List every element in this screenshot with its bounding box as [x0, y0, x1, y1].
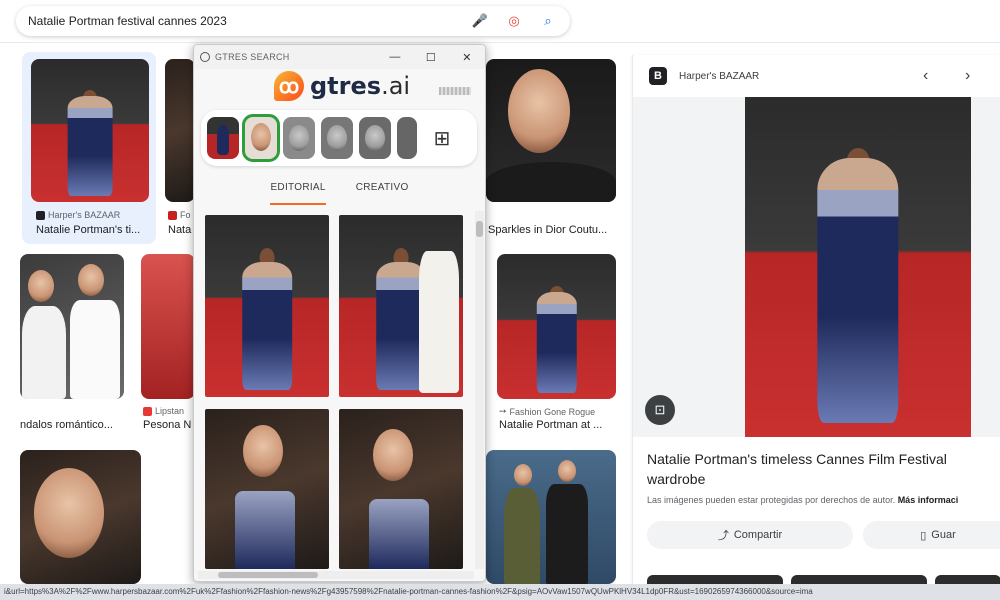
share-label: Compartir: [733, 529, 783, 541]
harpers-bazaar-logo: B: [649, 67, 667, 85]
result-image-6[interactable]: [497, 254, 616, 399]
bookmark-icon: ▯: [920, 529, 927, 542]
result-image-7[interactable]: [20, 450, 141, 584]
next-icon[interactable]: ›: [965, 67, 970, 85]
panel-title[interactable]: Natalie Portman's timeless Cannes Film F…: [647, 449, 987, 489]
gtres-image-2[interactable]: [339, 215, 463, 397]
vertical-scrollbar[interactable]: [475, 211, 484, 569]
result-image-5[interactable]: [141, 254, 195, 399]
result-source-6: ➙ Fashion Gone Rogue: [499, 406, 595, 417]
share-button[interactable]: ⤴ Compartir: [647, 521, 853, 549]
gtres-tabs: EDITORIAL CREATIVO: [194, 175, 485, 205]
result-image-3[interactable]: [486, 59, 616, 202]
source-label: Fo: [180, 210, 191, 220]
gtres-logo-mark: ꝏ: [274, 71, 304, 101]
face-thumb-6[interactable]: [397, 117, 417, 159]
source-label: Fashion Gone Rogue: [509, 406, 596, 417]
copyright-note: Las imágenes pueden estar protegidas por…: [647, 495, 958, 505]
panel-main-image[interactable]: [745, 97, 971, 437]
maximize-icon[interactable]: ☐: [413, 51, 449, 64]
gtres-logo: ꝏ gtres.ai: [274, 71, 410, 101]
gtres-logo-text: gtres.ai: [310, 72, 410, 100]
result-title-5[interactable]: Pesona N: [143, 419, 191, 431]
search-bar[interactable]: Natalie Portman festival cannes 2023 🎤 ◎…: [16, 6, 570, 36]
gtres-search-window: GTRES SEARCH — ☐ ✕ ꝏ gtres.ai ⊞ EDITORIA…: [193, 44, 486, 582]
face-thumb-3[interactable]: [283, 117, 315, 159]
result-title-2[interactable]: Nata: [168, 224, 191, 236]
copyright-text: Las imágenes pueden estar protegidas por…: [647, 495, 896, 505]
window-titlebar[interactable]: GTRES SEARCH — ☐ ✕: [194, 45, 485, 69]
lens-search-icon[interactable]: ⊡: [645, 395, 675, 425]
more-info-link[interactable]: Más informaci: [898, 495, 959, 505]
result-title-4[interactable]: ndalos romántico...: [20, 419, 113, 431]
panel-source[interactable]: Harper's BAZAAR: [679, 71, 759, 82]
result-title-1[interactable]: Natalie Portman's ti...: [36, 224, 140, 236]
face-thumb-4[interactable]: [321, 117, 353, 159]
search-icon[interactable]: ⌕: [536, 9, 560, 33]
tab-creativo[interactable]: CREATIVO: [356, 175, 409, 205]
gtres-image-4[interactable]: [339, 409, 463, 569]
lens-icon[interactable]: ◎: [502, 9, 526, 33]
add-image-icon[interactable]: ⊞: [427, 123, 457, 153]
result-title-6[interactable]: Natalie Portman at ...: [499, 419, 602, 431]
result-source-2: Fo: [168, 210, 191, 220]
face-filter-strip: ⊞: [201, 110, 477, 166]
close-icon[interactable]: ✕: [449, 51, 485, 64]
status-url-bar: i&url=https%3A%2F%2Fwww.harpersbazaar.co…: [0, 584, 1000, 600]
redacted-user: [439, 87, 471, 95]
gtres-image-1[interactable]: [205, 215, 329, 397]
hscroll-thumb[interactable]: [218, 572, 318, 578]
source-arrow-icon: ➙: [499, 406, 507, 416]
source-label: Lipstan: [155, 406, 185, 416]
horizontal-scrollbar[interactable]: [198, 571, 474, 579]
result-title-3[interactable]: Sparkles in Dior Coutu...: [488, 224, 607, 236]
share-icon: ⤴: [717, 530, 729, 542]
result-source-1: Harper's BAZAAR: [36, 210, 120, 220]
source-label: Harper's BAZAAR: [48, 210, 121, 220]
panel-image-area: [633, 97, 1000, 437]
face-thumb-1[interactable]: [207, 117, 239, 159]
globe-icon: [200, 52, 210, 62]
logo-suffix: .ai: [381, 72, 411, 100]
face-thumb-2[interactable]: [242, 114, 280, 162]
source-icon: [143, 406, 152, 416]
face-thumb-5[interactable]: [359, 117, 391, 159]
gtres-image-grid: [198, 211, 474, 569]
panel-header: B Harper's BAZAAR: [649, 67, 759, 85]
header-divider: [0, 42, 1000, 43]
result-image-1[interactable]: [31, 59, 149, 202]
result-image-4[interactable]: [20, 254, 124, 399]
save-button[interactable]: ▯ Guar: [863, 521, 1000, 549]
result-image-8[interactable]: [486, 450, 616, 584]
gtres-image-3[interactable]: [205, 409, 329, 569]
previous-icon[interactable]: ‹: [923, 67, 928, 85]
minimize-icon[interactable]: —: [377, 51, 413, 63]
scroll-thumb[interactable]: [476, 221, 483, 237]
search-input[interactable]: Natalie Portman festival cannes 2023: [28, 14, 468, 28]
result-source-5: Lipstan: [143, 406, 184, 416]
source-icon: [168, 210, 177, 220]
tab-editorial[interactable]: EDITORIAL: [270, 175, 326, 205]
logo-word: gtres: [310, 72, 382, 100]
window-title: GTRES SEARCH: [215, 52, 290, 62]
microphone-icon[interactable]: 🎤: [468, 9, 492, 33]
image-detail-panel: B Harper's BAZAAR ‹ › ⊡ Natalie Portman'…: [632, 55, 1000, 600]
save-label: Guar: [931, 529, 956, 541]
harpers-icon: [36, 210, 45, 220]
result-image-2[interactable]: [165, 59, 195, 202]
